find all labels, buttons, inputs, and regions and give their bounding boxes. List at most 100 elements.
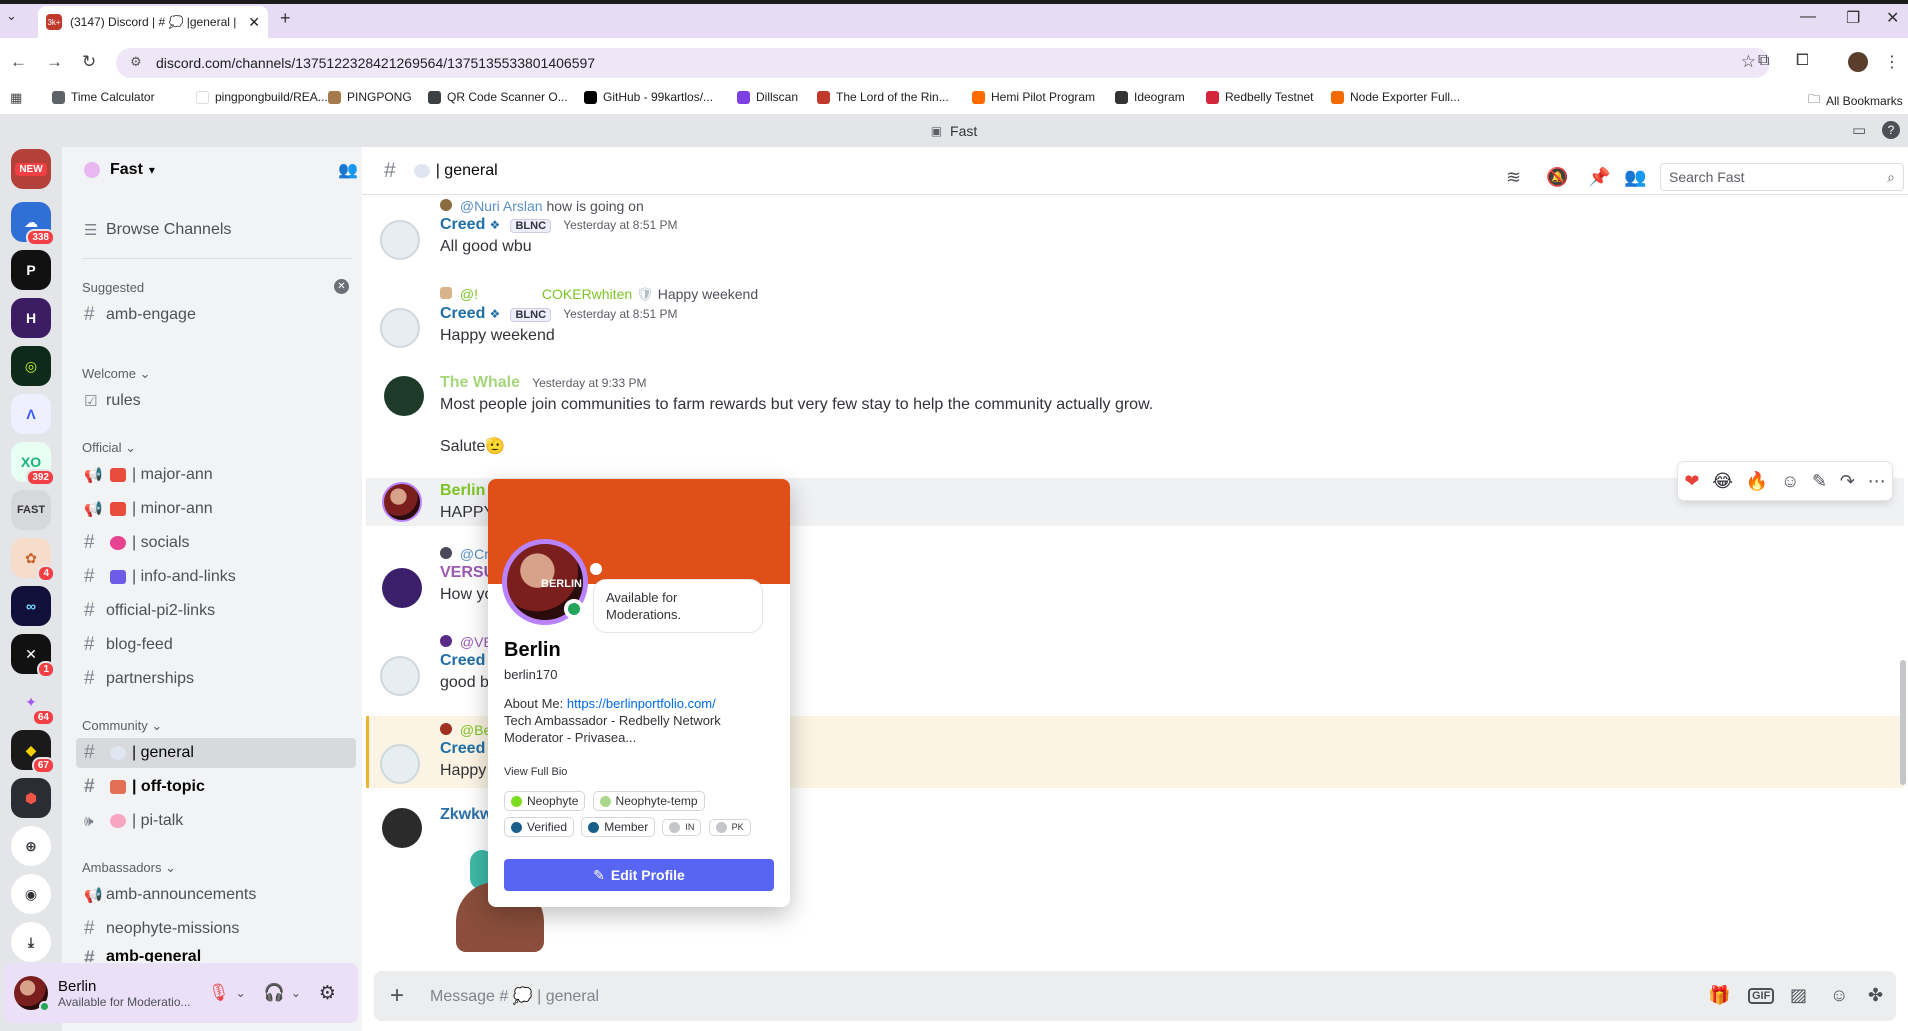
guild-infinity[interactable]: ∞	[11, 586, 51, 626]
channel-major-ann[interactable]: 📢 | major-ann	[76, 460, 356, 490]
edit-profile-button[interactable]: ✎ Edit Profile	[504, 859, 774, 891]
browser-tab[interactable]: 3k+ (3147) Discord | # 💭 |general | ✕	[38, 6, 268, 38]
role-chip[interactable]: Neophyte-temp	[592, 791, 705, 811]
url-bar[interactable]: ⚙ discord.com/channels/13751223284212695…	[116, 48, 1770, 78]
forward-icon[interactable]: →	[46, 52, 63, 72]
role-chip[interactable]: Neophyte	[504, 791, 586, 811]
extension-icon[interactable]: ⧉	[1758, 52, 1769, 70]
sticker-icon[interactable]: ▨	[1790, 985, 1807, 1006]
download-icon[interactable]: ⤓	[11, 922, 51, 962]
author-name[interactable]: Zkwkw	[440, 806, 492, 823]
guild-diamond[interactable]: ◆ 67	[11, 730, 55, 774]
guild-feather[interactable]: ✦ 64	[11, 682, 55, 726]
guild-ring[interactable]: ◎	[11, 346, 51, 386]
channel-neophyte-missions[interactable]: # neophyte-missions	[76, 914, 356, 944]
guild-xo[interactable]: XO 392	[11, 442, 55, 486]
inbox-icon[interactable]: ▭	[1852, 121, 1866, 139]
server-tag[interactable]: BLNC	[510, 219, 552, 233]
channel-rules[interactable]: ☑ rules	[76, 386, 356, 416]
author-name[interactable]: The Whale	[440, 374, 520, 391]
headphones-icon[interactable]: 🎧	[264, 983, 285, 1003]
category-official[interactable]: Official ⌄	[82, 440, 136, 456]
apps-grid-icon[interactable]: ▦	[10, 90, 22, 106]
avatar[interactable]	[14, 976, 50, 1012]
tab-close-icon[interactable]: ✕	[248, 14, 260, 31]
discover-icon[interactable]: ◉	[11, 874, 51, 914]
browse-channels[interactable]: ☰ Browse Channels	[76, 215, 356, 245]
fire-reaction-icon[interactable]: 🔥	[1746, 471, 1768, 492]
author-name[interactable]: Berlin	[440, 482, 485, 499]
heart-reaction-icon[interactable]: ❤	[1684, 471, 1699, 492]
role-chip[interactable]: Verified	[504, 817, 575, 837]
bookmark-item[interactable]: Ideogram	[1115, 90, 1185, 104]
gif-icon[interactable]: GIF	[1748, 988, 1775, 1004]
threads-icon[interactable]: ≋	[1506, 167, 1521, 188]
notification-muted-icon[interactable]: 🔕	[1546, 167, 1568, 188]
avatar[interactable]	[384, 376, 424, 416]
back-icon[interactable]: ←	[10, 52, 27, 72]
message[interactable]: @! COKERwhiten 🛡 Happy weekend Creed ❖ B…	[380, 286, 1880, 348]
server-tag[interactable]: BLNC	[510, 308, 552, 322]
reply-icon[interactable]: ↷	[1840, 471, 1855, 492]
guild-basket[interactable]: ✿ 4	[11, 538, 55, 582]
avatar[interactable]	[380, 308, 420, 348]
bookmark-item[interactable]: QR Code Scanner O...	[428, 90, 568, 104]
author-name[interactable]: VERSU	[440, 564, 495, 581]
bookmark-item[interactable]: PINGPONG	[328, 90, 412, 104]
search-input[interactable]: Search Fast ⌕	[1660, 163, 1904, 191]
pinned-messages-icon[interactable]: 📌	[1588, 167, 1610, 188]
guild-fast[interactable]: FAST	[11, 490, 51, 530]
message[interactable]: The Whale Yesterday at 9:33 PM Most peop…	[380, 374, 1880, 456]
gift-icon[interactable]: 🎁	[1708, 985, 1730, 1006]
guild-h[interactable]: H	[11, 298, 51, 338]
guild-cloud[interactable]: ☁ 338	[11, 202, 55, 246]
reply-preview[interactable]: @! COKERwhiten 🛡 Happy weekend	[440, 286, 1880, 303]
role-chip[interactable]: IN	[662, 818, 702, 836]
bookmark-item[interactable]: Dillscan	[737, 90, 798, 104]
channel-info-and-links[interactable]: # | info-and-links	[76, 562, 356, 592]
guild-new[interactable]: NEW	[11, 149, 51, 189]
author-name[interactable]: Creed	[440, 740, 485, 757]
avatar[interactable]	[380, 656, 420, 696]
tab-search-icon[interactable]: ⌄	[6, 8, 17, 24]
role-chip[interactable]: Member	[581, 817, 656, 837]
more-icon[interactable]: ⋯	[1868, 471, 1886, 492]
add-server-icon[interactable]: ⊕	[11, 826, 51, 866]
bookmark-item[interactable]: Node Exporter Full...	[1331, 90, 1460, 104]
apps-icon[interactable]: ✤	[1868, 985, 1883, 1006]
site-info-icon[interactable]: ⚙	[130, 54, 142, 70]
guild-p[interactable]: P	[11, 250, 51, 290]
restore-icon[interactable]: ❐	[1846, 8, 1860, 28]
channel-amb-announcements[interactable]: 📢 amb-announcements	[76, 880, 356, 910]
custom-status-bubble[interactable]: Available for Moderations.	[594, 580, 762, 632]
chevron-down-icon[interactable]: ⌄	[236, 986, 246, 1000]
profile-username[interactable]: berlin170	[504, 667, 558, 682]
channel-socials[interactable]: # | socials	[76, 528, 356, 558]
guild-x[interactable]: ✕ 1	[11, 634, 55, 678]
channel-general[interactable]: # | general	[76, 738, 356, 768]
user-settings-gear-icon[interactable]: ⚙	[319, 982, 336, 1005]
author-name[interactable]: Creed	[440, 216, 485, 233]
browser-menu-icon[interactable]: ⋮	[1884, 52, 1900, 72]
role-chip[interactable]: PK	[708, 818, 751, 836]
avatar[interactable]	[382, 568, 422, 608]
member-list-icon[interactable]: 👥	[1624, 167, 1646, 188]
author-name[interactable]: Creed	[440, 305, 485, 322]
extensions-puzzle-icon[interactable]: ⧠	[1796, 52, 1809, 70]
author-name[interactable]: Creed	[440, 652, 485, 669]
bookmark-item[interactable]: Time Calculator	[52, 90, 155, 104]
new-tab-icon[interactable]: +	[280, 8, 291, 29]
bookmark-item[interactable]: Redbelly Testnet	[1206, 90, 1314, 104]
guild-lambda[interactable]: Λ	[11, 394, 51, 434]
attach-plus-icon[interactable]: +	[390, 982, 404, 1010]
mic-muted-icon[interactable]: 🎙	[208, 983, 230, 1003]
all-bookmarks[interactable]: 🗀 All Bookmarks	[1808, 90, 1903, 111]
channel-minor-ann[interactable]: 📢 | minor-ann	[76, 494, 356, 524]
bookmark-item[interactable]: pingpongbuild/REA...	[196, 90, 328, 104]
message-input[interactable]: Message # 💭 | general	[430, 986, 599, 1006]
avatar[interactable]	[380, 744, 420, 784]
reload-icon[interactable]: ↻	[82, 52, 96, 72]
bookmark-item[interactable]: Hemi Pilot Program	[972, 90, 1095, 104]
message[interactable]: @Nuri Arslan how is going on Creed ❖ BLN…	[380, 198, 1880, 260]
category-ambassadors[interactable]: Ambassadors ⌄	[82, 860, 176, 876]
